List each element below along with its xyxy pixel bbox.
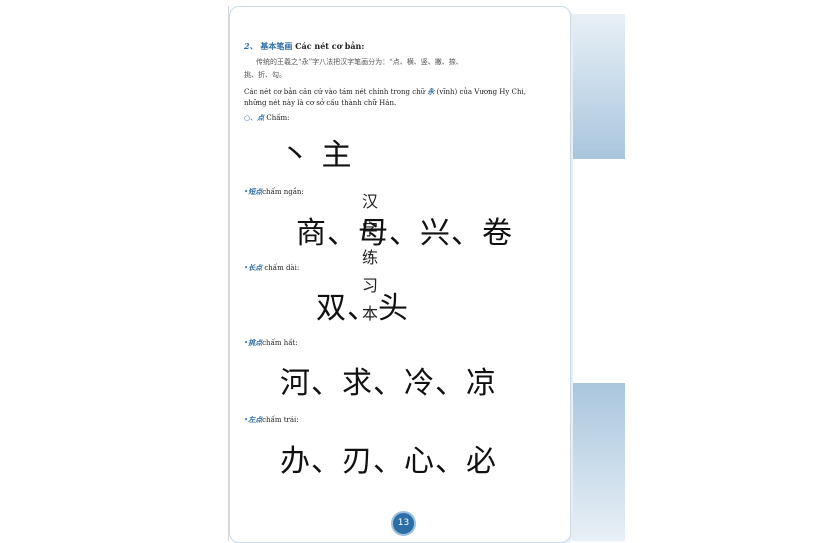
subsection-vi: chấm ngắn: [262, 188, 304, 196]
section-title-vi: Các nét cơ bản: [295, 41, 365, 51]
subsection-heading: •长点 chấm dài: [244, 262, 299, 274]
subsection-heading: •短点chấm ngắn: [244, 186, 304, 198]
subsection-vi: chấm dài: [264, 264, 300, 272]
section-title-cn: 基本笔画 [260, 41, 293, 51]
example-characters: 丶 主 [280, 138, 353, 173]
subsection-cn: 挑点 [248, 338, 263, 347]
intro-cn-line-2: 挑、折、勾。 [244, 71, 286, 79]
intro-cn-line-1: 传统的王羲之“永”字八法把汉字笔画分为：“点、横、竖、撇、捺、 [256, 58, 463, 66]
subsection-cn: 长点 [248, 263, 263, 272]
subsection-vi: chấm hất: [262, 339, 298, 347]
example-characters: 商、母、兴、卷 [296, 216, 513, 251]
subsection-vi: Chấm: [266, 114, 290, 122]
example-characters: 办、刃、心、必 [280, 444, 497, 479]
section-number: 2、 [244, 41, 258, 51]
intro-vi-text-tail: (vĩnh) của Vương Hy Chi, [434, 88, 526, 96]
subsection-marker: ○、 [244, 114, 258, 122]
subsection-cn: 点 [257, 113, 265, 122]
subsection-heading: •挑点chấm hất: [244, 337, 298, 349]
example-characters: 河、求、冷、凉 [280, 366, 497, 401]
intro-vi-line-2: những nét này là cơ sở cấu thành chữ Hán… [244, 99, 397, 107]
intro-vi-text: Các nét cơ bản căn cứ vào tám nét chính … [244, 88, 428, 96]
side-band-middle [572, 159, 625, 383]
subsection-heading: ○、点 Chấm: [244, 112, 290, 124]
intro-vi-line-1: Các nét cơ bản căn cứ vào tám nét chính … [244, 86, 526, 98]
subsection-heading: •左点chấm trái: [244, 414, 299, 426]
subsection-vi: chấm trái: [262, 416, 299, 424]
side-band-bottom [572, 383, 625, 541]
section-heading: 2、 基本笔画 Các nét cơ bản: [244, 41, 364, 52]
side-band-top [572, 14, 625, 159]
example-characters: 双、头 [316, 291, 409, 326]
subsection-cn: 短点 [248, 187, 263, 196]
page-number-badge: 13 [391, 511, 416, 536]
subsection-cn: 左点 [248, 415, 263, 424]
